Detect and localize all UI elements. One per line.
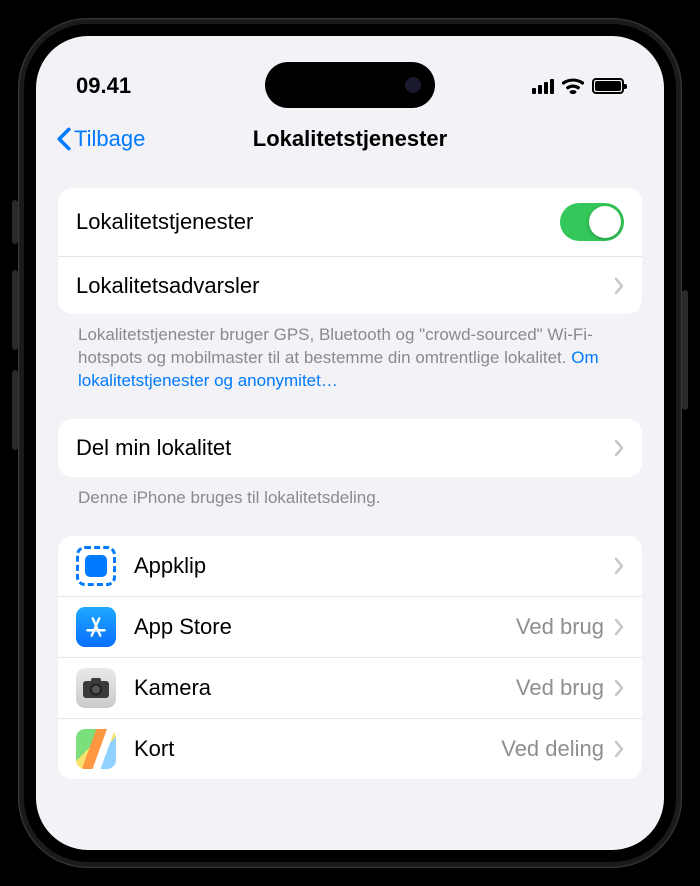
settings-group-location: Lokalitetstjenester Lokalitetsadvarsler <box>58 188 642 314</box>
camera-icon <box>76 668 116 708</box>
settings-group-share: Del min lokalitet <box>58 419 642 477</box>
chevron-left-icon <box>56 127 72 151</box>
navigation-bar: Tilbage Lokalitetstjenester <box>36 108 664 168</box>
status-time: 09.41 <box>76 73 131 99</box>
app-row-maps[interactable]: KortVed deling <box>58 718 642 779</box>
location-alerts-row[interactable]: Lokalitetsadvarsler <box>58 256 642 314</box>
appstore-icon <box>76 607 116 647</box>
location-footer-text: Lokalitetstjenester bruger GPS, Bluetoot… <box>58 314 642 393</box>
location-services-toggle[interactable] <box>560 203 624 241</box>
phone-frame: 09.41 <box>0 0 700 886</box>
wifi-icon <box>562 78 584 94</box>
cellular-signal-icon <box>532 78 554 94</box>
location-alerts-label: Lokalitetsadvarsler <box>76 273 614 299</box>
app-permission-value: Ved brug <box>516 614 604 640</box>
back-label: Tilbage <box>74 126 145 152</box>
app-row-appclip[interactable]: Appklip <box>58 536 642 596</box>
app-row-appstore[interactable]: App StoreVed brug <box>58 596 642 657</box>
appclip-icon <box>76 546 116 586</box>
location-services-label: Lokalitetstjenester <box>76 209 560 235</box>
phone-bezel: 09.41 <box>18 18 682 868</box>
toggle-knob <box>589 206 621 238</box>
app-permission-value: Ved brug <box>516 675 604 701</box>
app-label: App Store <box>134 614 516 640</box>
share-location-row[interactable]: Del min lokalitet <box>58 419 642 477</box>
footer-text-body: Lokalitetstjenester bruger GPS, Bluetoot… <box>78 325 593 367</box>
front-camera <box>405 77 421 93</box>
chevron-right-icon <box>614 557 624 575</box>
chevron-right-icon <box>614 740 624 758</box>
app-permission-value: Ved deling <box>501 736 604 762</box>
chevron-right-icon <box>614 277 624 295</box>
share-footer-text: Denne iPhone bruges til lokalitetsdeling… <box>58 477 642 510</box>
chevron-right-icon <box>614 618 624 636</box>
settings-group-apps: AppklipApp StoreVed brugKameraVed brugKo… <box>58 536 642 779</box>
app-label: Kort <box>134 736 501 762</box>
chevron-right-icon <box>614 439 624 457</box>
power-button <box>682 290 688 410</box>
app-row-camera[interactable]: KameraVed brug <box>58 657 642 718</box>
location-services-row[interactable]: Lokalitetstjenester <box>58 188 642 256</box>
back-button[interactable]: Tilbage <box>56 126 145 152</box>
maps-icon <box>76 729 116 769</box>
battery-icon <box>592 78 624 94</box>
app-label: Kamera <box>134 675 516 701</box>
dynamic-island <box>265 62 435 108</box>
screen: 09.41 <box>36 36 664 850</box>
chevron-right-icon <box>614 679 624 697</box>
page-title: Lokalitetstjenester <box>253 126 447 152</box>
share-location-label: Del min lokalitet <box>76 435 614 461</box>
app-label: Appklip <box>134 553 614 579</box>
